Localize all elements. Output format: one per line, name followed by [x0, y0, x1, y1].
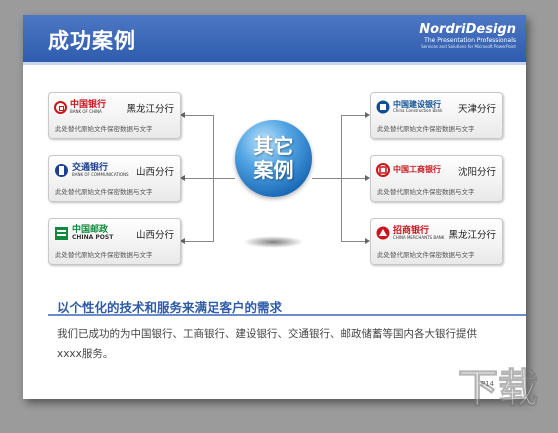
watermark-logo-icon: 下载 — [458, 366, 539, 413]
logo-en: China Construction Bank — [393, 108, 443, 113]
logo-en: BANK OF COMMUNICATIONS — [72, 171, 129, 177]
connector-line — [184, 241, 214, 242]
card-description: 此处替代原始文件保密数据与文字 — [55, 188, 153, 196]
logo-en: CHINA MERCHANTS BANK — [393, 234, 445, 240]
connector-line — [184, 178, 235, 179]
connector-line — [341, 241, 366, 242]
case-card-cmb: 招商银行 CHINA MERCHANTS BANK 黑龙江分行 此处替代原始文件… — [370, 218, 503, 265]
brand-subline: Services and Solutions for Microsoft Pow… — [421, 44, 516, 49]
card-description: 此处替代原始文件保密数据与文字 — [377, 125, 475, 133]
case-card-china-post: 中国邮政 CHINA POST 山西分行 此处替代原始文件保密数据与文字 — [48, 218, 181, 265]
bank-of-communications-logo: 交通银行 BANK OF COMMUNICATIONS — [54, 161, 129, 179]
logo-en: CHINA POST — [72, 233, 114, 241]
ccb-emblem-icon — [376, 100, 390, 114]
case-card-bocom: 交通银行 BANK OF COMMUNICATIONS 山西分行 此处替代原始文… — [48, 155, 181, 202]
sphere-line-2: 案例 — [253, 158, 294, 182]
body-paragraph: 我们已成功的为中国银行、工商银行、建设银行、交通银行、邮政储蓄等国内各大银行提供… — [57, 328, 477, 360]
card-description: 此处替代原始文件保密数据与文字 — [55, 251, 153, 259]
case-card-ccb: 中国建设银行 China Construction Bank 天津分行 此处替代… — [370, 92, 503, 139]
section-divider — [48, 314, 526, 316]
svg-text:下载: 下载 — [458, 366, 538, 412]
branch-name: 山西分行 — [135, 167, 174, 178]
brand-logo: NordriDesign The Presentation Profession… — [419, 23, 516, 50]
logo-en: BANK OF CHINA — [70, 108, 102, 114]
connector-line — [341, 115, 366, 116]
bocom-emblem-icon — [55, 163, 68, 177]
ccb-logo: 中国建设银行 China Construction Bank — [376, 98, 442, 116]
case-card-boc: 中国银行 BANK OF CHINA 黑龙江分行 此处替代原始文件保密数据与文字 — [48, 92, 181, 139]
sphere-line-1: 其它 — [253, 134, 294, 158]
header-divider — [23, 62, 526, 65]
cmb-logo: 招商银行 CHINA MERCHANTS BANK — [376, 224, 444, 242]
card-description: 此处替代原始文件保密数据与文字 — [377, 251, 475, 259]
sphere-shadow — [243, 236, 304, 248]
china-post-logo: 中国邮政 CHINA POST — [54, 224, 113, 242]
case-card-icbc: 中国工商银行 沈阳分行 此处替代原始文件保密数据与文字 — [370, 155, 503, 202]
branch-name: 山西分行 — [135, 230, 174, 241]
card-description: 此处替代原始文件保密数据与文字 — [55, 125, 153, 133]
branch-name: 黑龙江分行 — [126, 104, 174, 115]
china-post-emblem-icon — [55, 226, 68, 240]
connector-line — [184, 115, 214, 116]
bank-of-china-logo: 中国银行 BANK OF CHINA — [54, 98, 106, 116]
logo-cn: 中国工商银行 — [393, 165, 441, 174]
cmb-emblem-icon — [376, 226, 390, 240]
other-cases-sphere: 其它 案例 — [235, 120, 312, 197]
connector-line — [312, 178, 366, 179]
icbc-emblem-icon — [376, 163, 390, 177]
icbc-logo: 中国工商银行 — [376, 161, 441, 179]
header-bar: 成功案例 NordriDesign The Presentation Profe… — [23, 15, 526, 62]
card-description: 此处替代原始文件保密数据与文字 — [377, 188, 475, 196]
branch-name: 沈阳分行 — [457, 167, 496, 178]
branch-name: 黑龙江分行 — [448, 230, 496, 241]
brand-name: NordriDesign — [419, 22, 516, 37]
brand-tagline: The Presentation Professionals — [424, 37, 516, 44]
slide: 成功案例 NordriDesign The Presentation Profe… — [23, 15, 526, 399]
branch-name: 天津分行 — [457, 104, 496, 115]
slide-title: 成功案例 — [48, 29, 136, 53]
boc-emblem-icon — [54, 100, 67, 114]
